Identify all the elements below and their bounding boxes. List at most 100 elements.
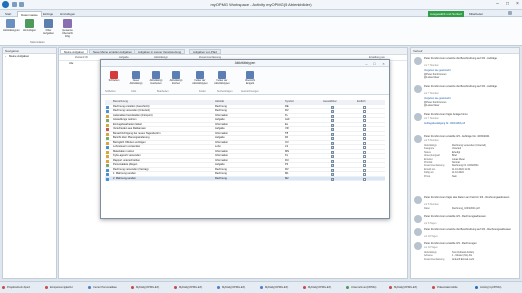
dialog-close-icon[interactable]: ×	[380, 60, 387, 67]
feed-text: Peter Zumbrunnen ersetzte die Beschreibu…	[424, 57, 497, 60]
feed-text: Peter Zumbrunnen fügte Anlage hinzu	[424, 113, 468, 116]
taskbar-label: MyDaily(OPMG-EX)	[179, 286, 203, 289]
group-label: Grds	[131, 90, 137, 93]
column-header[interactable]: Zustand ID	[75, 56, 88, 59]
tab-new-tasks[interactable]: Neue Meine erstellen Aufgaben	[89, 49, 137, 54]
attachment-link[interactable]: Auftragsbestätigung Nr. 1002/1963.pdf	[424, 122, 465, 125]
new-type-icon	[132, 71, 140, 79]
table-row[interactable]: 2. Mahnung senden Rechnung M2 ✓	[105, 176, 385, 181]
left-panel: Navigation › Meine Aufgaben	[2, 47, 57, 279]
chevron-right-icon: ›	[5, 54, 6, 58]
avatar	[414, 196, 422, 204]
feed-time: vor 7 Stunden	[424, 92, 439, 95]
tab-responsible-tasks[interactable]: Aufgaben in meiner Verantwortung	[134, 49, 186, 54]
taskbar-label: MyDaily(OPMG-EX)	[394, 286, 418, 289]
fields2-icon	[218, 71, 226, 79]
window-title: myOPMG Workspace - Activity myOPMG(5 Abl…	[210, 2, 312, 7]
taskbar-item[interactable]: MyDaily(OPMG-EX)	[389, 284, 417, 291]
delete-activity-type-button[interactable]: Aktivitätstyp löschen	[167, 71, 185, 91]
feed-item: Peter Zumbrunnen fügte das Datum am Feld…	[414, 196, 518, 214]
feed-item: Peter Zumbrunnen erstellte 3/3 - Rechnun…	[414, 215, 518, 227]
minimize-icon[interactable]: –	[493, 1, 502, 8]
help-icon[interactable]	[508, 11, 512, 15]
button-label: Aktivitätstypen	[3, 29, 20, 32]
delete-type-icon	[172, 71, 180, 79]
overview2-icon	[246, 71, 254, 79]
row-activity: Rechnung	[215, 176, 227, 180]
close-icon[interactable]: ×	[513, 1, 522, 8]
feed-time: vor 18 Tagen	[424, 246, 438, 249]
button-label: Gesamte Übersicht Filtg	[62, 29, 73, 38]
avatar	[414, 135, 422, 143]
fields-button[interactable]: Felder der Aktivitätstypen	[191, 71, 209, 91]
taskbar-item[interactable]: MyDaily(OPMG-EX)	[303, 284, 331, 291]
feed-time: vor 8 Stunden	[424, 139, 439, 142]
ribbon: Aktivitätstypen Hinzufügen Filter Aufgab…	[0, 17, 522, 46]
avatar	[414, 113, 422, 121]
activity-types-dialog: Aktivitätstypen – □ × Schließen Neuer Ak…	[100, 59, 390, 219]
avatar	[414, 85, 422, 93]
detail-row: Privat Nein	[424, 174, 457, 178]
feed-time: vor 7 Stunden	[424, 117, 439, 120]
group-label: Sucheinträgen	[217, 90, 233, 93]
taskbar-item[interactable]: Präsentationsfolie	[432, 284, 458, 291]
feed-time: vor 8 Tagen	[424, 222, 437, 225]
app-icon	[389, 286, 392, 289]
app-icon	[2, 286, 5, 289]
nav-item-label: Meine Aufgaben	[9, 54, 30, 58]
group-label: Felder	[199, 90, 206, 93]
avatar	[414, 57, 422, 65]
close-button[interactable]: Schließen	[105, 71, 123, 91]
taskbar-item[interactable]: Center Personaldate	[88, 284, 117, 291]
title-bar: myOPMG Workspace - Activity myOPMG(5 Abl…	[0, 0, 522, 10]
edit-type-icon	[152, 71, 160, 79]
taskbar-item[interactable]: MyDaily(OPMG-EX)	[131, 284, 159, 291]
feed-quote: @Lukas Meier	[424, 76, 440, 79]
filter-button[interactable]: Filter Aufgaben	[41, 19, 56, 39]
new-activity-type-button[interactable]: Neuer Aktivitätstyp	[127, 71, 145, 91]
taskbar-item[interactable]: Unternehmen(OPMG)	[346, 284, 376, 291]
feed-item: Peter Zumbrunnen ersetzte die Beschreibu…	[414, 85, 518, 113]
avatar	[414, 215, 422, 223]
overview-entgelt-button[interactable]: Übersicht Entgeltt	[241, 71, 259, 91]
feed-item: Peter Zumbrunnen ersetzte die Beschreibu…	[414, 57, 518, 85]
feed-text: Peter Zumbrunnen erstellte 3/3 - Rechnun…	[424, 242, 477, 245]
app-icon	[131, 286, 134, 289]
maximize-icon[interactable]: □	[503, 1, 512, 8]
selectable-checkbox[interactable]: ✓	[331, 177, 334, 181]
taskbar-item[interactable]: MyDaily(OPMG-EX)	[174, 284, 202, 291]
taskbar-item[interactable]: MyDaily(OPMG-EX)	[217, 284, 245, 291]
feed-text: Peter Zumbrunnen ersetzte die Beschreibu…	[424, 85, 497, 88]
app-icon	[303, 286, 306, 289]
dialog-minimize-icon[interactable]: –	[363, 60, 370, 67]
feed-time: vor 7 Stunden	[424, 64, 439, 67]
feed-text: Peter Zumbrunnen erstellte 3/3 - Aufträg…	[424, 135, 490, 138]
button-label: Schließen	[108, 79, 120, 82]
overview-button[interactable]: Gesamte Übersicht Filtg	[60, 19, 75, 39]
app-icon	[475, 286, 478, 289]
add-button[interactable]: Hinzufügen	[22, 19, 37, 39]
taskbar-label: MyDaily(OPMG-EX)	[136, 286, 160, 289]
taskbar-item[interactable]: Activity(myOPMG)	[475, 284, 501, 291]
tab-path-tasks[interactable]: Aufgaben von Pfad	[189, 49, 221, 54]
dialog-ribbon: Schließen Neuer Aktivitätstyp Aktivitäts…	[101, 67, 389, 95]
filter-all[interactable]: Alle	[69, 62, 73, 65]
feed-item: Peter Zumbrunnen ersetzte die Beschreibu…	[414, 228, 518, 240]
activity-types-button[interactable]: Aktivitätstypen	[3, 19, 20, 39]
activity-types-icon	[6, 19, 15, 28]
activity-types-table: Bezeichnung Aktivität Symbol Auswählbar …	[105, 100, 385, 181]
feed-quote: @Lukas Meier	[424, 104, 440, 107]
final-checkbox[interactable]	[363, 177, 366, 181]
taskbar-item[interactable]: MyDaily(OPMG-EX)	[260, 284, 288, 291]
avatar	[414, 242, 422, 250]
button-label: Hinzufügen	[22, 29, 37, 32]
taskbar-item[interactable]: Einsparnemigkeit/H	[45, 284, 73, 291]
fields-detail-button[interactable]: Felder der Aktivitätstypen	[213, 71, 231, 91]
nav-item-my-tasks[interactable]: › Meine Aufgaben	[3, 54, 56, 59]
activity-feed: Verlauf Peter Zumbrunnen ersetzte die Be…	[410, 47, 520, 279]
edit-activity-type-button[interactable]: Aktivitätstyp bearbeiten	[147, 71, 165, 91]
dialog-maximize-icon[interactable]: □	[371, 60, 378, 67]
taskbar-item[interactable]: Projektsdruck-Spezi	[2, 284, 30, 291]
group-label: Stammdaten	[30, 41, 45, 44]
tab-my-tasks[interactable]: Meine Aufgaben	[60, 49, 89, 54]
